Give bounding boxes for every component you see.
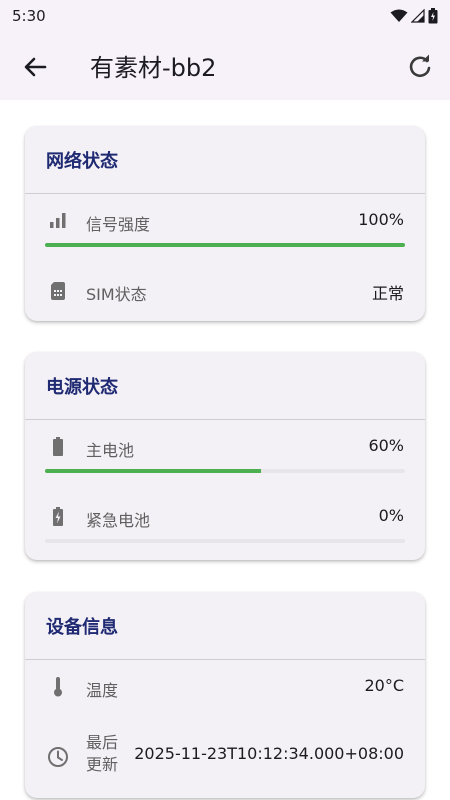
- page-title: 有素材-bb2: [90, 54, 217, 82]
- power-card: 电源状态 主电池 60% 紧急电池 0%: [25, 352, 425, 560]
- main-battery-fill: [45, 469, 261, 473]
- signal-strength-fill: [45, 243, 405, 247]
- last-updated-label: 最后 更新: [86, 732, 118, 776]
- emergency-battery-label: 紧急电池: [86, 511, 151, 530]
- temperature-value: 20°C: [364, 676, 404, 695]
- emergency-battery-value: 0%: [378, 506, 404, 525]
- back-arrow-icon[interactable]: [20, 52, 50, 82]
- thermometer-icon: [54, 677, 62, 697]
- signal-strength-label: 信号强度: [86, 215, 151, 234]
- main-battery-row: 主电池 60%: [25, 420, 425, 490]
- signal-strength-row: 信号强度 100%: [25, 194, 425, 264]
- last-updated-label-line2: 更新: [86, 755, 119, 774]
- temperature-row: 温度 20°C: [25, 660, 425, 724]
- last-updated-value: 2025-11-23T10:12:34.000+08:00: [134, 744, 404, 763]
- status-time: 5:30: [12, 7, 46, 25]
- sim-card-icon: [51, 282, 65, 300]
- emergency-battery-progress: [45, 539, 405, 543]
- clock-icon: [48, 747, 68, 767]
- sim-status-row: SIM状态 正常: [25, 264, 425, 321]
- app-bar: 有素材-bb2: [0, 32, 450, 100]
- status-icons: [390, 8, 438, 24]
- status-bar: 5:30: [0, 0, 450, 32]
- last-updated-row: 最后 更新 2025-11-23T10:12:34.000+08:00: [25, 724, 425, 796]
- sim-status-value: 正常: [371, 284, 404, 303]
- emergency-battery-row: 紧急电池 0%: [25, 490, 425, 560]
- signal-strength-value: 100%: [358, 210, 404, 229]
- network-card: 网络状态 信号强度 100% SIM状态 正常: [25, 126, 425, 321]
- battery-full-icon: [53, 437, 63, 456]
- signal-strength-progress: [45, 243, 405, 247]
- main-battery-progress: [45, 469, 405, 473]
- signal-bars-icon: [50, 213, 66, 228]
- cellular-icon: [411, 9, 425, 23]
- device-card: 设备信息 温度 20°C 最后 更新 2025-11-23T10:12:34.0…: [25, 592, 425, 798]
- power-card-title: 电源状态: [25, 352, 425, 420]
- network-card-title: 网络状态: [25, 126, 425, 194]
- temperature-label: 温度: [86, 681, 119, 700]
- refresh-icon[interactable]: [405, 52, 435, 82]
- device-card-title: 设备信息: [25, 592, 425, 660]
- wifi-icon: [390, 9, 408, 22]
- sim-status-label: SIM状态: [86, 285, 147, 304]
- battery-charging-icon: [53, 507, 63, 526]
- main-battery-label: 主电池: [86, 441, 135, 460]
- battery-icon: [428, 8, 438, 24]
- main-battery-value: 60%: [368, 436, 404, 455]
- last-updated-label-line1: 最后: [86, 733, 119, 752]
